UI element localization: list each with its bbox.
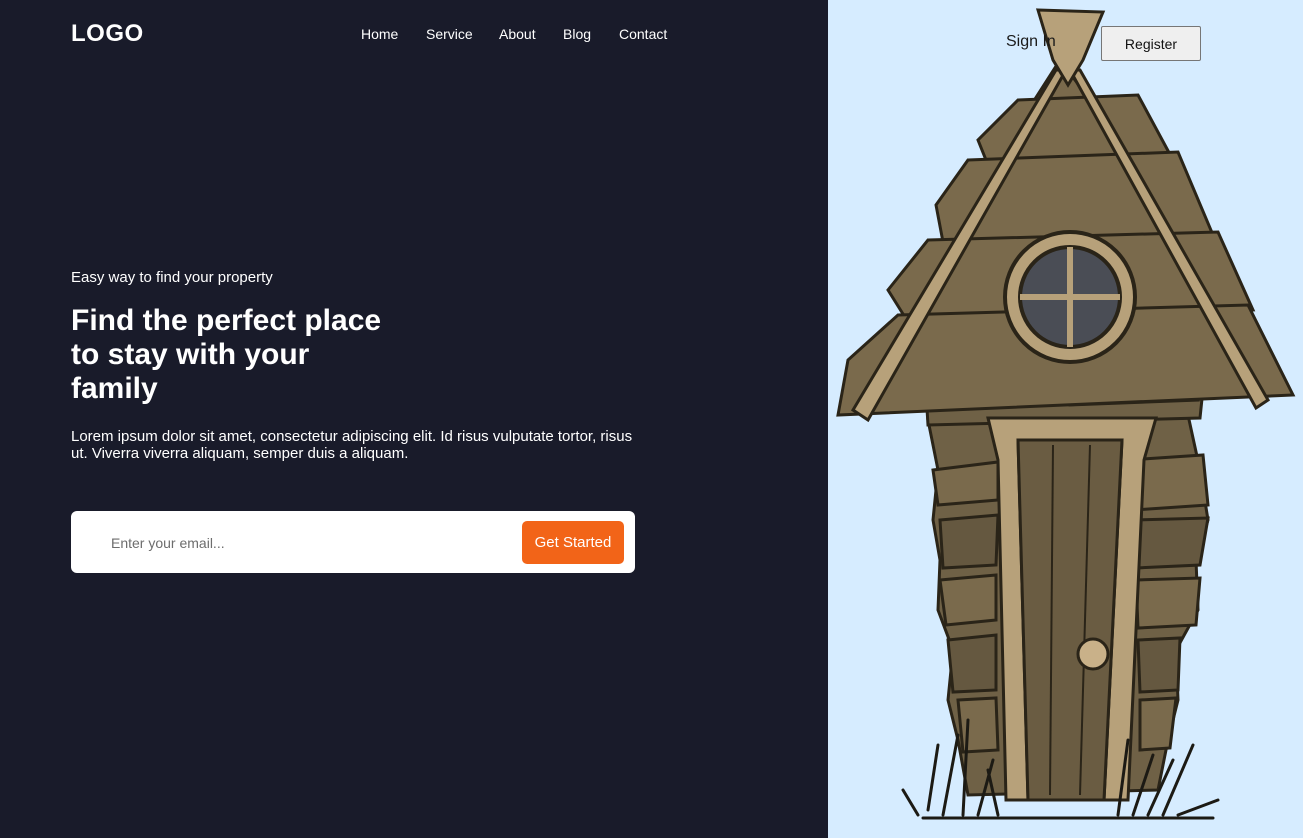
- nav-blog[interactable]: Blog: [563, 26, 591, 42]
- hero-tagline: Easy way to find your property: [71, 269, 273, 286]
- landing-page: LOGO Home Service About Blog Contact Eas…: [0, 0, 1303, 838]
- sign-in-link[interactable]: Sign In: [1006, 33, 1056, 51]
- hero-description: Lorem ipsum dolor sit amet, consectetur …: [71, 428, 633, 462]
- wooden-house-illustration: [836, 8, 1296, 820]
- hero-headline: Find the perfect place to stay with your…: [71, 304, 382, 405]
- register-button[interactable]: Register: [1101, 26, 1201, 61]
- nav-contact[interactable]: Contact: [619, 26, 667, 42]
- illustration-panel: [828, 0, 1303, 838]
- nav-home[interactable]: Home: [361, 26, 398, 42]
- nav-about[interactable]: About: [499, 26, 536, 42]
- get-started-button[interactable]: Get Started: [522, 521, 624, 564]
- email-signup-form: Get Started: [71, 511, 635, 573]
- logo[interactable]: LOGO: [71, 20, 144, 48]
- email-input[interactable]: [109, 529, 493, 557]
- nav-service[interactable]: Service: [426, 26, 473, 42]
- hero-panel: LOGO Home Service About Blog Contact Eas…: [0, 0, 828, 838]
